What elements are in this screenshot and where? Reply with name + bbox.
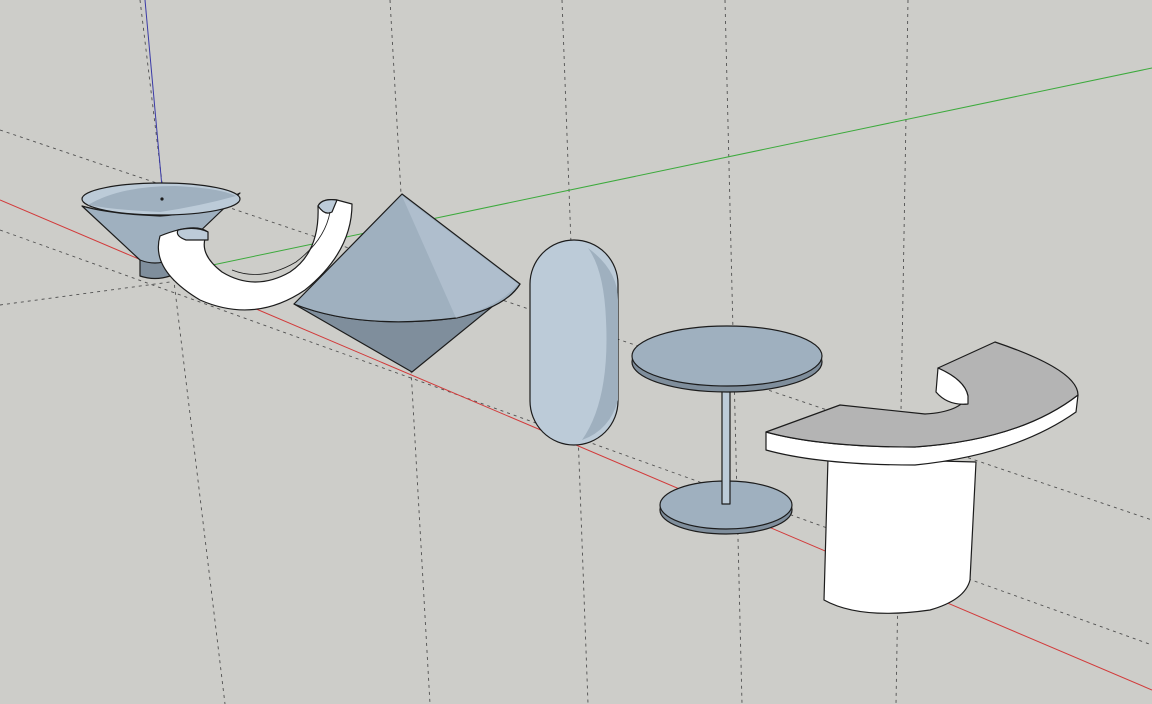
origin-point [160, 197, 164, 201]
grid-line [0, 281, 171, 306]
capsule-object[interactable] [529, 239, 619, 446]
grid-line [139, 0, 226, 704]
blue-axis [144, 0, 164, 199]
scene-canvas[interactable] [0, 0, 1152, 704]
green-axis [159, 67, 1152, 277]
arc-desk-object[interactable] [765, 341, 1079, 614]
model-viewport[interactable] [0, 0, 1152, 704]
